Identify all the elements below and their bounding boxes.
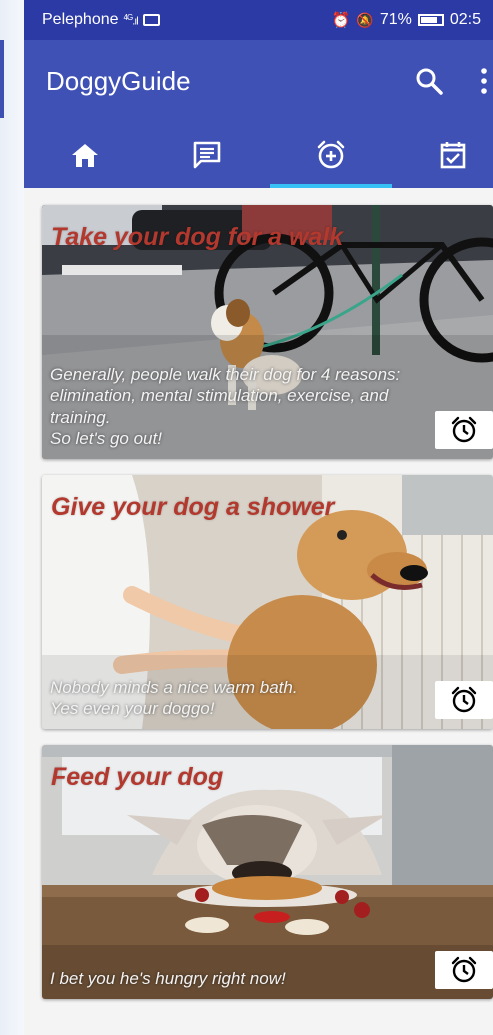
video-icon <box>142 14 160 26</box>
battery-percent: 71% <box>379 11 412 28</box>
carrier-group: Pelephone 4G.ıl <box>42 11 160 29</box>
alarm-icon <box>451 956 477 983</box>
screenshot-frame: Pelephone 4G.ıl ⏰ 🔕 71% 02:5 DoggyGuide <box>0 0 493 1035</box>
battery-icon <box>417 14 444 26</box>
chat-icon <box>193 141 221 169</box>
more-options-icon[interactable] <box>479 68 489 94</box>
tab-home[interactable] <box>24 122 146 188</box>
tab-messages[interactable] <box>146 122 268 188</box>
alarm-icon <box>451 686 477 713</box>
status-bar: Pelephone 4G.ıl ⏰ 🔕 71% 02:5 <box>24 0 493 40</box>
add-alarm-icon <box>317 140 345 169</box>
app-title: DoggyGuide <box>46 65 191 96</box>
activity-card-shower[interactable]: Give your dog a shower Nobody minds a ni… <box>42 475 493 729</box>
search-icon[interactable] <box>414 66 444 96</box>
app-bar: DoggyGuide <box>24 40 493 122</box>
set-alarm-button[interactable] <box>435 681 493 719</box>
status-right: ⏰ 🔕 71% 02:5 <box>332 11 481 29</box>
card-title: Take your dog for a walk <box>51 223 344 251</box>
tab-alarm[interactable] <box>270 122 392 188</box>
activity-list: Take your dog for a walk Generally, peop… <box>24 188 493 1035</box>
card-description: Nobody minds a nice warm bath. Yes even … <box>50 677 298 718</box>
activity-card-walk[interactable]: Take your dog for a walk Generally, peop… <box>42 205 493 459</box>
network-type: 4G <box>123 12 134 22</box>
tab-calendar[interactable] <box>392 122 493 188</box>
calendar-check-icon <box>440 142 466 169</box>
activity-card-feed[interactable]: Feed your dog I bet you he's hungry righ… <box>42 745 493 999</box>
background-window-edge <box>0 0 24 1035</box>
phone-screen: Pelephone 4G.ıl ⏰ 🔕 71% 02:5 DoggyGuide <box>24 0 493 1035</box>
home-icon <box>72 144 98 167</box>
set-alarm-button[interactable] <box>435 411 493 449</box>
card-description: Generally, people walk their dog for 4 r… <box>50 365 401 448</box>
tab-bar <box>24 122 493 188</box>
card-title: Give your dog a shower <box>51 493 335 521</box>
mute-icon: 🔕 <box>356 11 374 28</box>
signal-icon: 4G.ıl <box>123 12 139 28</box>
carrier-name: Pelephone <box>42 11 119 28</box>
alarm-status-icon: ⏰ <box>331 12 351 29</box>
card-title: Feed your dog <box>51 763 224 791</box>
set-alarm-button[interactable] <box>435 951 493 989</box>
alarm-icon <box>451 416 477 443</box>
clock: 02:5 <box>449 11 481 28</box>
background-window-accent <box>0 40 4 118</box>
card-description: I bet you he's hungry right now! <box>50 968 286 988</box>
